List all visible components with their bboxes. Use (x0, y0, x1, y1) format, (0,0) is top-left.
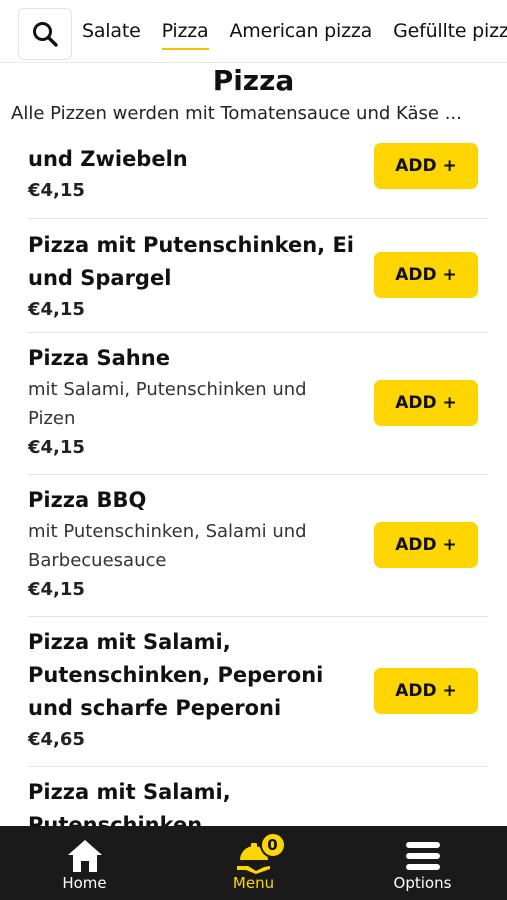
section-title: Pizza (212, 64, 295, 97)
section-description: Alle Pizzen werden mit Tomatensauce und … (11, 103, 462, 124)
item-name: Pizza Sahne (28, 346, 170, 370)
category-bar: Salate Pizza American pizza Gefüllte piz… (0, 0, 507, 63)
item-price: €4,65 (28, 729, 85, 750)
add-button[interactable]: ADD + (374, 143, 478, 189)
item-price: €4,15 (28, 299, 85, 320)
nav-options-label: Options (393, 874, 452, 892)
menu-item[interactable]: Pizza Sahne mit Salami, Putenschinken un… (28, 333, 488, 475)
add-button[interactable]: ADD + (374, 380, 478, 426)
hamburger-menu-icon (405, 842, 440, 870)
nav-menu[interactable]: 0 Menu (169, 826, 338, 900)
tab-american-pizza[interactable]: American pizza (230, 0, 373, 62)
add-button[interactable]: ADD + (374, 668, 478, 714)
search-icon (33, 22, 58, 47)
menu-item-list: und Zwiebeln €4,15 ADD + Pizza mit Puten… (0, 140, 507, 826)
item-description: mit Putenschinken, Salami und Barbecuesa… (28, 521, 307, 571)
nav-home-label: Home (62, 874, 107, 892)
category-tabs: Salate Pizza American pizza Gefüllte piz… (82, 0, 507, 62)
item-name: Pizza mit Salami, Putenschinken, Peperon… (28, 630, 324, 720)
tab-pizza[interactable]: Pizza (161, 0, 209, 62)
menu-item[interactable]: Pizza mit Salami, Putenschinken, Peperon… (28, 617, 488, 767)
bottom-navigation: Home 0 Menu Options (0, 826, 507, 900)
item-name: Pizza BBQ (28, 488, 147, 512)
item-price: €4,15 (28, 437, 85, 458)
menu-item[interactable]: Pizza BBQ mit Putenschinken, Salami und … (28, 475, 488, 617)
item-name: und Zwiebeln (28, 147, 188, 171)
nav-options[interactable]: Options (338, 826, 507, 900)
item-name: Pizza mit Salami, Putenschinken, Champig… (28, 780, 231, 826)
menu-item[interactable]: Pizza mit Salami, Putenschinken, Champig… (28, 767, 488, 826)
item-price: €4,15 (28, 579, 85, 600)
add-button[interactable]: ADD + (374, 522, 478, 568)
nav-home[interactable]: Home (0, 826, 169, 900)
tab-salate[interactable]: Salate (82, 0, 141, 62)
search-button[interactable] (18, 8, 72, 60)
menu-item[interactable]: Pizza mit Putenschinken, Ei und Spargel … (28, 219, 488, 333)
item-name: Pizza mit Putenschinken, Ei und Spargel (28, 233, 354, 290)
menu-item[interactable]: und Zwiebeln €4,15 ADD + (28, 143, 488, 219)
add-button[interactable]: ADD + (374, 252, 478, 298)
nav-menu-label: Menu (232, 874, 275, 892)
item-description: mit Salami, Putenschinken und Pizen (28, 379, 307, 429)
tab-gefuellte-pizza[interactable]: Gefüllte pizza (393, 0, 507, 62)
home-icon (67, 840, 102, 872)
cart-count-badge: 0 (259, 832, 286, 858)
